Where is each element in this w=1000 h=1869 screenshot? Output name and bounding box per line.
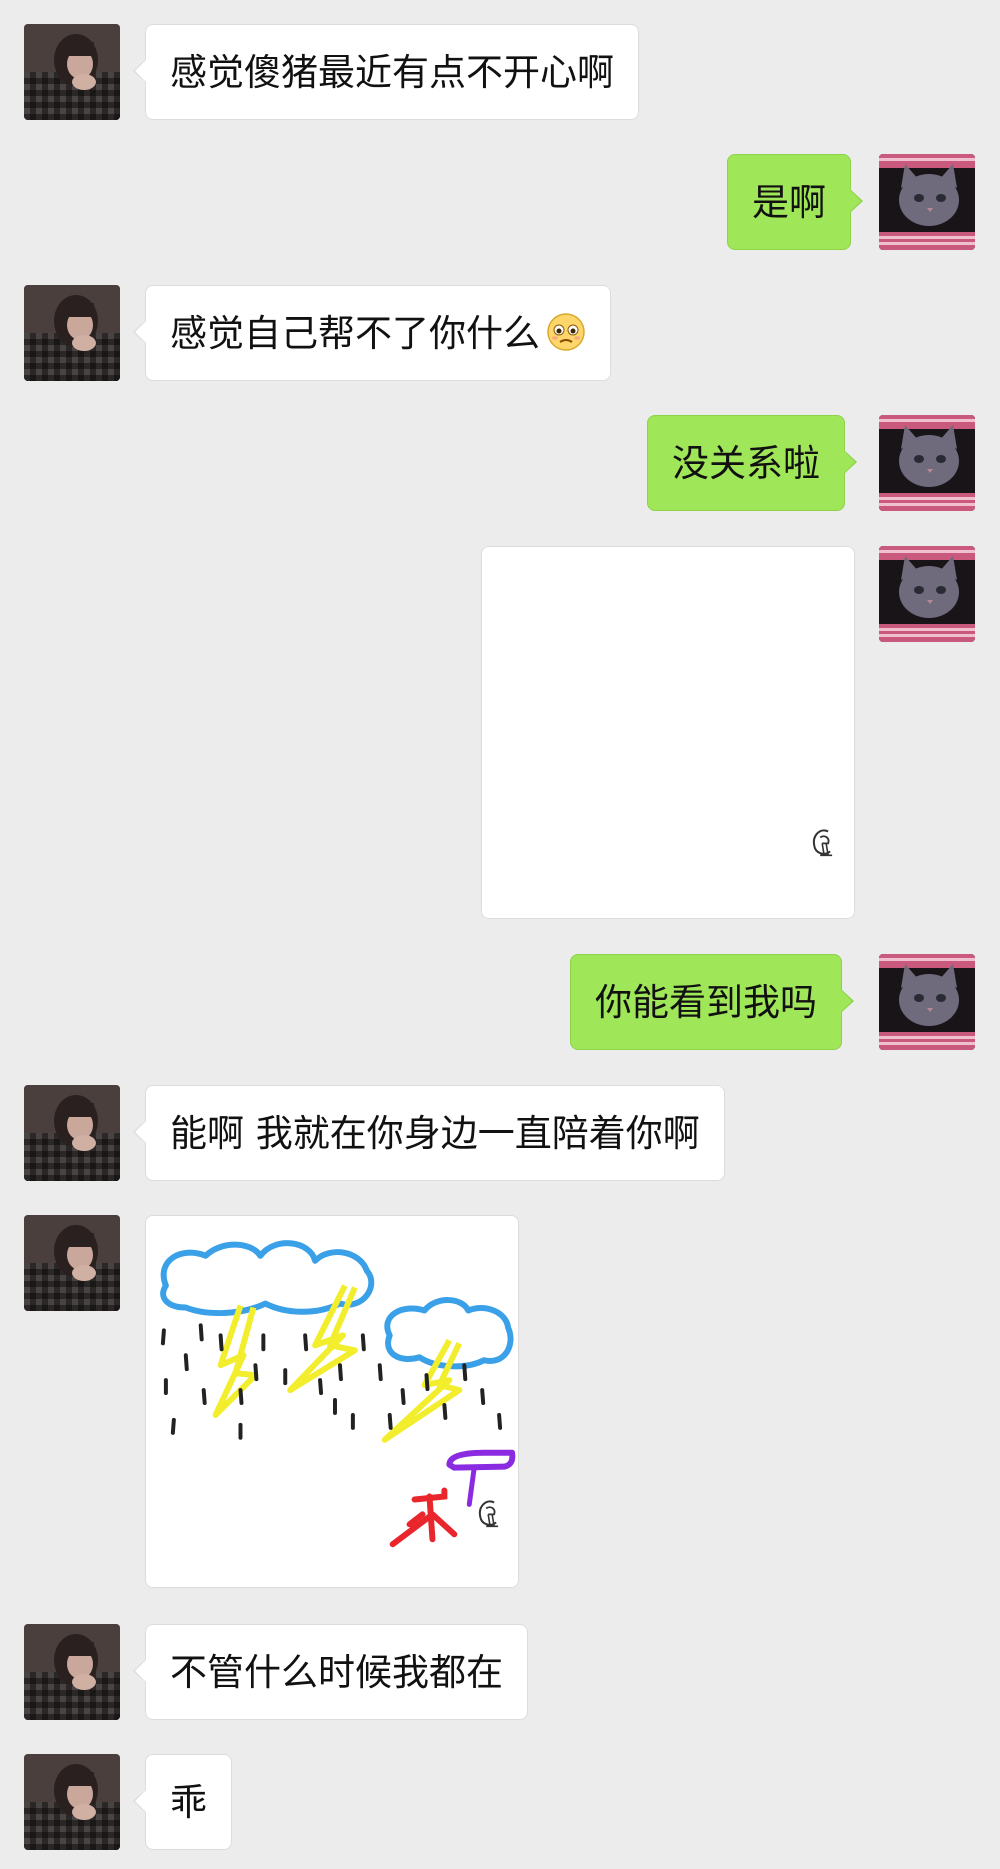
incoming-message[interactable]: 感觉傻猪最近有点不开心啊 — [133, 24, 639, 120]
self-avatar[interactable] — [879, 546, 975, 642]
incoming-message[interactable]: 乖 — [133, 1754, 232, 1850]
incoming-message[interactable]: 感觉自己帮不了你什么 — [133, 285, 611, 381]
contact-avatar[interactable] — [24, 1624, 120, 1720]
message-text: 不管什么时候我都在 — [170, 1651, 503, 1694]
person-photo-avatar-icon — [24, 1624, 120, 1720]
message-text: 是啊 — [752, 181, 826, 224]
message-text: 乖 — [170, 1781, 207, 1824]
outgoing-message[interactable]: 你能看到我吗 — [570, 954, 854, 1050]
message-text: 感觉傻猪最近有点不开心啊 — [170, 51, 614, 94]
incoming-message[interactable]: 能啊 我就在你身边一直陪着你啊 — [133, 1085, 725, 1181]
person-photo-avatar-icon — [24, 1085, 120, 1181]
contact-avatar[interactable] — [24, 285, 120, 381]
outgoing-message[interactable]: 没关系啦 — [647, 415, 857, 511]
image-message-storm-drawing[interactable] — [145, 1215, 519, 1588]
contact-avatar[interactable] — [24, 24, 120, 120]
person-photo-avatar-icon — [24, 285, 120, 381]
message-text: 感觉自己帮不了你什么 — [170, 312, 540, 355]
outgoing-message[interactable]: 是啊 — [727, 154, 863, 250]
person-photo-avatar-icon — [24, 1754, 120, 1850]
cat-photo-avatar-icon — [879, 954, 975, 1050]
contact-avatar[interactable] — [24, 1085, 120, 1181]
cat-photo-avatar-icon — [879, 415, 975, 511]
self-avatar[interactable] — [879, 415, 975, 511]
person-photo-avatar-icon — [24, 1215, 120, 1311]
contact-avatar[interactable] — [24, 1215, 120, 1311]
incoming-message[interactable]: 不管什么时候我都在 — [133, 1624, 528, 1720]
image-message-blank-drawing[interactable] — [481, 546, 855, 919]
cat-photo-avatar-icon — [879, 154, 975, 250]
message-text: 你能看到我吗 — [595, 981, 817, 1024]
message-text: 没关系啦 — [672, 442, 820, 485]
contact-avatar[interactable] — [24, 1754, 120, 1850]
self-avatar[interactable] — [879, 154, 975, 250]
worried-face-emoji-icon — [546, 312, 586, 352]
self-avatar[interactable] — [879, 954, 975, 1050]
cat-photo-avatar-icon — [879, 546, 975, 642]
message-text: 能啊 我就在你身边一直陪着你啊 — [170, 1112, 700, 1155]
person-photo-avatar-icon — [24, 24, 120, 120]
